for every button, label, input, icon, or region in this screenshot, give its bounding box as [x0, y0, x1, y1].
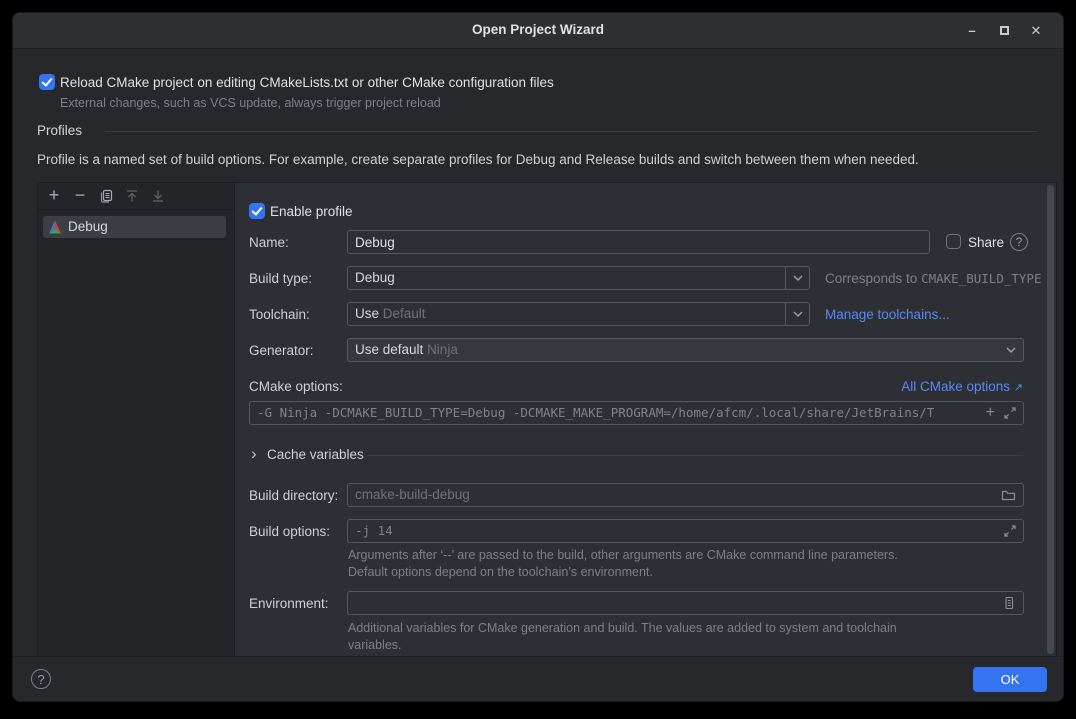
build-directory-input[interactable]: cmake-build-debug [347, 483, 1024, 507]
cmake-options-input[interactable]: -G Ninja -DCMAKE_BUILD_TYPE=Debug -DCMAK… [249, 401, 1024, 425]
generator-chevron [999, 339, 1023, 361]
reload-cmake-label: Reload CMake project on editing CMakeLis… [60, 75, 554, 90]
all-cmake-options-link[interactable]: All CMake options ↗ [901, 379, 1023, 394]
help-button[interactable]: ? [31, 669, 51, 689]
titlebar: Open Project Wizard – ✕ [13, 13, 1063, 49]
profiles-divider [105, 131, 1037, 132]
share-help-icon[interactable]: ? [1010, 233, 1028, 251]
move-down-icon [153, 191, 163, 202]
external-link-icon: ↗ [1014, 382, 1023, 394]
generator-label: Generator: [249, 343, 314, 358]
build-type-chevron [785, 267, 809, 289]
build-type-select[interactable]: Debug [347, 266, 810, 290]
cache-variables-chevron-icon[interactable]: › [251, 447, 257, 461]
build-options-hint-1: Arguments after ‘--’ are passed to the b… [348, 548, 898, 562]
copy-icon [102, 191, 112, 203]
help-icon: ? [37, 672, 44, 687]
toolchain-chevron [785, 303, 809, 325]
build-type-value: Debug [355, 270, 395, 285]
reload-cmake-checkbox[interactable] [39, 74, 55, 90]
toolchain-value-secondary: Default [383, 306, 426, 321]
profiles-box: + − [37, 182, 1057, 657]
copy-profile-button[interactable] [98, 188, 114, 204]
profiles-section-title: Profiles [37, 123, 82, 138]
generator-value-secondary: Ninja [427, 342, 458, 357]
cache-variables-toggle[interactable]: Cache variables [267, 447, 364, 462]
maximize-button[interactable] [989, 13, 1019, 49]
toolchain-label: Toolchain: [249, 307, 310, 322]
ok-button[interactable]: OK [973, 667, 1047, 692]
environment-hint: Additional variables for CMake generatio… [348, 620, 923, 654]
toolchain-value-primary: Use [355, 306, 379, 321]
open-project-wizard-dialog: Open Project Wizard – ✕ Reload CMake pro… [12, 12, 1064, 702]
profiles-description: Profile is a named set of build options.… [37, 152, 919, 167]
profile-list-panel: + − [38, 183, 235, 656]
settings-scrollbar[interactable] [1047, 185, 1054, 654]
environment-input[interactable] [347, 591, 1024, 615]
cache-variables-divider [367, 455, 1023, 456]
name-input[interactable] [347, 230, 930, 254]
move-up-button[interactable] [124, 188, 140, 204]
enable-profile-checkbox[interactable] [249, 203, 265, 219]
build-options-input[interactable]: -j 14 [347, 519, 1024, 543]
add-profile-button[interactable]: + [44, 183, 64, 209]
toolchain-select[interactable]: Use Default [347, 302, 810, 326]
close-button[interactable]: ✕ [1021, 13, 1051, 49]
minimize-button[interactable]: – [957, 13, 987, 49]
profile-list-toolbar: + − [38, 183, 234, 210]
share-checkbox[interactable] [946, 234, 961, 249]
build-directory-label: Build directory: [249, 488, 338, 503]
name-label: Name: [249, 235, 289, 250]
chevron-down-icon [1006, 347, 1016, 353]
plus-icon: + [49, 185, 60, 205]
build-type-label: Build type: [249, 271, 312, 286]
cmake-options-label: CMake options: [249, 379, 343, 394]
reload-cmake-hint: External changes, such as VCS update, al… [60, 96, 441, 110]
profile-settings-panel: Enable profile Name: Share ? Build type:… [235, 183, 1056, 656]
expand-icon[interactable] [1003, 524, 1017, 538]
environment-variables-icon[interactable] [1002, 596, 1016, 610]
window-title: Open Project Wizard [13, 22, 1063, 37]
environment-label: Environment: [249, 596, 329, 611]
build-type-hint: Corresponds to CMAKE_BUILD_TYPE [825, 271, 1041, 286]
manage-toolchains-link[interactable]: Manage toolchains... [825, 307, 950, 322]
build-options-hint-2: Default options depend on the toolchain’… [348, 565, 653, 579]
enable-profile-label: Enable profile [270, 204, 353, 219]
add-option-icon[interactable]: + [986, 402, 995, 423]
scrollbar-thumb[interactable] [1047, 185, 1054, 654]
generator-select[interactable]: Use default Ninja [347, 338, 1024, 362]
move-down-button[interactable] [150, 188, 166, 204]
minus-icon: − [75, 185, 86, 205]
share-label: Share [968, 235, 1004, 250]
close-icon: ✕ [1031, 23, 1042, 38]
chevron-down-icon [793, 311, 803, 317]
remove-profile-button[interactable]: − [70, 183, 90, 209]
chevron-down-icon [793, 275, 803, 281]
folder-icon[interactable] [1001, 488, 1016, 502]
profile-list-item-debug[interactable]: Debug [43, 216, 226, 238]
generator-value-primary: Use default [355, 342, 423, 357]
build-options-label: Build options: [249, 524, 330, 539]
profile-item-label: Debug [68, 219, 108, 234]
build-type-hint-code: CMAKE_BUILD_TYPE [921, 271, 1041, 286]
maximize-icon [1000, 26, 1009, 35]
dialog-footer: ? OK [13, 656, 1063, 701]
cmake-logo-icon [48, 220, 62, 234]
minimize-icon: – [968, 23, 975, 38]
move-up-icon [127, 191, 137, 202]
expand-icon[interactable] [1003, 406, 1017, 420]
